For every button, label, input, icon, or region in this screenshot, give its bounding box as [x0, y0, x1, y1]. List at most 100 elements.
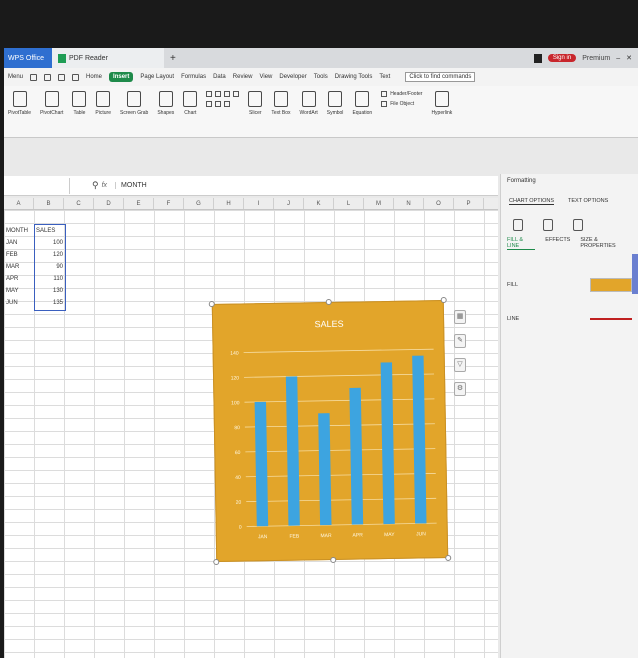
month-cell[interactable]: JUN [4, 300, 34, 306]
chart-elements-icon[interactable]: ▦ [454, 310, 466, 324]
open-icon[interactable] [30, 73, 38, 81]
chart-button[interactable]: Chart [183, 91, 198, 116]
column-header[interactable]: P [454, 198, 484, 209]
file-object-button[interactable]: File Object [381, 101, 422, 107]
screen-grab-button[interactable]: Screen Grab [120, 91, 148, 116]
shapes-button[interactable]: Shapes [157, 91, 174, 116]
panel-side-strip [632, 254, 638, 294]
bar [380, 362, 395, 525]
document-tab[interactable]: PDF Reader [52, 48, 164, 68]
tab-review[interactable]: Review [233, 74, 253, 80]
line-color-picker[interactable] [590, 314, 632, 324]
tab-insert[interactable]: Insert [109, 72, 134, 82]
minimize-icon[interactable]: – [616, 55, 620, 62]
fill-bucket-icon[interactable] [513, 219, 523, 231]
wordart-button[interactable]: WordArt [300, 91, 318, 116]
line-color-sample [590, 318, 632, 320]
header-cell-month[interactable]: MONTH [4, 228, 34, 234]
new-tab-button[interactable]: + [170, 53, 176, 64]
formula-input[interactable]: MONTH [115, 182, 147, 189]
month-cell[interactable]: FEB [4, 252, 34, 258]
resize-handle[interactable] [330, 556, 337, 564]
fx-icon[interactable]: fx [102, 182, 107, 189]
save-icon[interactable] [44, 73, 52, 81]
hyperlink-button[interactable]: Hyperlink [431, 91, 452, 116]
pivotchart-button[interactable]: PivotChart [40, 91, 63, 116]
month-cell[interactable]: MAR [4, 264, 34, 270]
column-header[interactable]: D [94, 198, 124, 209]
resize-handle[interactable] [325, 298, 332, 306]
tab-home[interactable]: Home [86, 74, 102, 80]
menu-button[interactable]: Menu [8, 74, 23, 80]
tab-text-options[interactable]: TEXT OPTIONS [568, 198, 608, 205]
sales-chart[interactable]: SALES 0 20 40 60 80 100 120 140 JAN FEB MAR APR MAY JU… [208, 296, 452, 566]
tab-chart-options[interactable]: CHART OPTIONS [509, 198, 555, 205]
resize-handle[interactable] [440, 296, 447, 304]
name-box[interactable] [6, 177, 70, 194]
pivottable-button[interactable]: PivotTable [8, 91, 31, 116]
chart-settings-icon[interactable]: ⚙ [454, 382, 466, 396]
column-header[interactable]: N [394, 198, 424, 209]
zoom-icon[interactable]: ⚲ [92, 180, 99, 191]
effects-icon[interactable] [543, 219, 553, 231]
tab-drawing-tools[interactable]: Drawing Tools [335, 74, 373, 80]
undo-icon[interactable] [72, 73, 80, 81]
command-search[interactable]: Click to find commands [405, 72, 476, 82]
resize-handle[interactable] [208, 300, 215, 308]
scatter-chart-icon[interactable] [206, 101, 213, 107]
more-charts-icon[interactable] [224, 101, 231, 107]
text-box-button[interactable]: Text Box [271, 91, 291, 116]
header-footer-button[interactable]: Header/Footer [381, 91, 422, 97]
month-cell[interactable]: MAY [4, 288, 34, 294]
line-chart-icon[interactable] [215, 91, 222, 97]
equation-button[interactable]: Equation [352, 91, 372, 116]
column-header[interactable]: C [64, 198, 94, 209]
picture-button[interactable]: Picture [95, 91, 111, 116]
subtab-size-properties[interactable]: SIZE & PROPERTIES [580, 237, 632, 250]
column-header[interactable]: K [304, 198, 334, 209]
tab-developer[interactable]: Developer [279, 74, 306, 80]
column-header[interactable]: H [214, 198, 244, 209]
column-header[interactable]: I [244, 198, 274, 209]
close-icon[interactable]: ✕ [626, 54, 632, 62]
line-row[interactable]: LINE [501, 292, 638, 324]
tab-data[interactable]: Data [213, 74, 226, 80]
column-header[interactable]: M [364, 198, 394, 209]
combo-chart-icon[interactable] [215, 101, 222, 107]
app-tab[interactable]: WPS Office [4, 48, 52, 68]
slicer-button[interactable]: Slicer [248, 91, 263, 116]
premium-button[interactable]: Premium [582, 55, 610, 62]
chart-filter-icon[interactable]: ▽ [454, 358, 466, 372]
column-header[interactable]: F [154, 198, 184, 209]
fill-row[interactable]: FILL [501, 256, 638, 292]
print-icon[interactable] [58, 73, 66, 81]
month-cell[interactable]: JAN [4, 240, 34, 246]
tab-formulas[interactable]: Formulas [181, 74, 206, 80]
symbol-button[interactable]: Symbol [327, 91, 343, 116]
subtab-effects[interactable]: EFFECTS [545, 237, 570, 250]
tab-view[interactable]: View [259, 74, 272, 80]
bar-chart-icon[interactable] [206, 91, 213, 97]
tab-text[interactable]: Text [379, 74, 390, 80]
pie-chart-icon[interactable] [224, 91, 231, 97]
column-header[interactable]: G [184, 198, 214, 209]
subtab-fill-line[interactable]: FILL & LINE [507, 237, 536, 250]
y-tick-label: 40 [235, 475, 241, 481]
column-header[interactable]: B [34, 198, 64, 209]
resize-handle[interactable] [445, 554, 452, 562]
resize-handle[interactable] [213, 558, 220, 566]
column-header[interactable]: J [274, 198, 304, 209]
tab-tools[interactable]: Tools [314, 74, 328, 80]
size-properties-icon[interactable] [573, 219, 583, 231]
fill-color-picker[interactable] [590, 278, 632, 292]
signin-button[interactable]: Sign in [547, 54, 577, 62]
month-cell[interactable]: APR [4, 276, 34, 282]
column-header[interactable]: O [424, 198, 454, 209]
column-header[interactable]: L [334, 198, 364, 209]
table-button[interactable]: Table [72, 91, 87, 116]
chart-style-icon[interactable]: ✎ [454, 334, 466, 348]
area-chart-icon[interactable] [233, 91, 240, 97]
column-header[interactable]: E [124, 198, 154, 209]
column-header[interactable]: A [4, 198, 34, 209]
tab-page-layout[interactable]: Page Layout [140, 74, 174, 80]
